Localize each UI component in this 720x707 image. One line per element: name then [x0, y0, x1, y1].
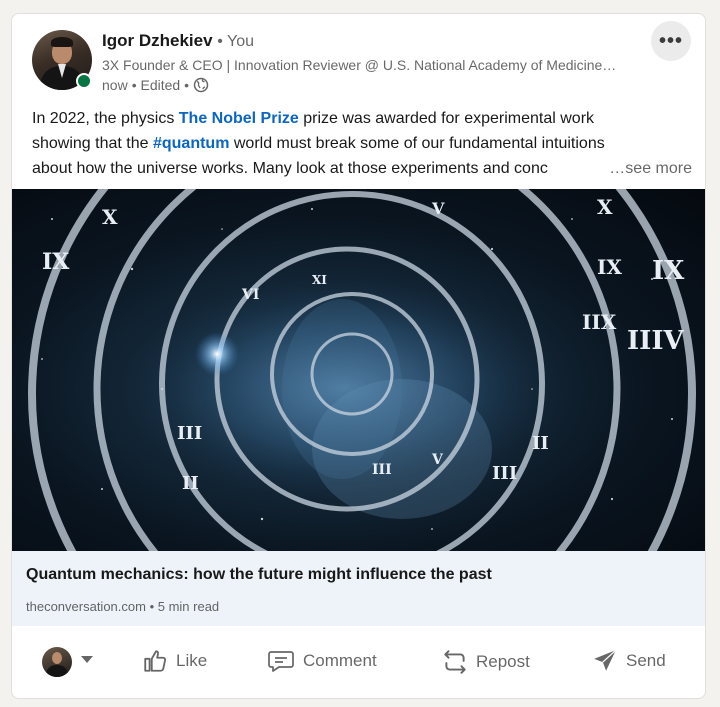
text-segment: In 2022, the physics: [32, 110, 179, 127]
svg-text:IX: IX: [42, 249, 70, 275]
post-meta: now • Edited •: [102, 77, 209, 93]
thumbs-up-icon: [142, 648, 168, 674]
globe-icon: [193, 77, 209, 93]
send-button[interactable]: Send: [592, 648, 666, 674]
repost-button[interactable]: Repost: [442, 648, 530, 676]
svg-text:V: V: [431, 199, 445, 218]
svg-text:VI: VI: [241, 287, 259, 303]
article-image[interactable]: IX X X IX IIX IIIV IX III II V III II II…: [12, 189, 705, 551]
send-icon: [592, 648, 618, 674]
feed-post-card: Igor Dzhekiev • You 3X Founder & CEO | I…: [11, 13, 706, 699]
repost-icon: [442, 648, 468, 676]
text-segment: world must break some of our fundamental…: [229, 135, 605, 152]
svg-text:IX: IX: [597, 255, 622, 279]
author-relation: • You: [217, 33, 255, 50]
svg-text:II: II: [532, 433, 549, 454]
like-label: Like: [176, 651, 208, 670]
article-source: theconversation.com • 5 min read: [26, 599, 219, 614]
more-options-button[interactable]: •••: [651, 21, 691, 61]
post-text-line-3: about how the universe works. Many look …: [32, 156, 692, 181]
post-edited: • Edited •: [131, 77, 189, 93]
text-segment: prize was awarded for experimental work: [298, 110, 595, 127]
chevron-down-icon[interactable]: [81, 656, 93, 663]
svg-text:II: II: [182, 473, 199, 494]
svg-text:X: X: [597, 195, 613, 219]
ellipsis-icon: •••: [658, 29, 683, 52]
post-text-line-2: showing that the #quantum world must bre…: [32, 131, 692, 156]
online-status-indicator: [76, 73, 92, 89]
like-button[interactable]: Like: [142, 648, 207, 674]
post-actions-bar: Like Comment Repost Send: [12, 626, 705, 698]
text-segment: about how the universe works. Many look …: [32, 160, 548, 177]
svg-text:V: V: [431, 452, 444, 468]
send-label: Send: [626, 651, 666, 670]
svg-text:XI: XI: [312, 273, 327, 287]
feed-top-edge: [0, 0, 720, 12]
mention-link[interactable]: The Nobel Prize: [179, 110, 299, 127]
svg-text:IX: IX: [652, 256, 685, 286]
svg-text:IIX: IIX: [582, 310, 617, 334]
svg-text:III: III: [492, 463, 517, 484]
author-name[interactable]: Igor Dzhekiev: [102, 31, 213, 50]
svg-text:III: III: [372, 462, 392, 478]
article-title[interactable]: Quantum mechanics: how the future might …: [26, 566, 492, 584]
author-name-row: Igor Dzhekiev • You: [102, 31, 254, 51]
post-body: In 2022, the physics The Nobel Prize pri…: [32, 106, 692, 181]
post-header: Igor Dzhekiev • You 3X Founder & CEO | I…: [12, 14, 705, 109]
article-read-time: • 5 min read: [149, 599, 220, 614]
author-headline: 3X Founder & CEO | Innovation Reviewer @…: [102, 57, 617, 73]
author-avatar[interactable]: [32, 30, 92, 90]
repost-label: Repost: [476, 652, 530, 671]
comment-label: Comment: [303, 651, 377, 670]
svg-text:III: III: [177, 423, 202, 444]
reaction-identity-avatar[interactable]: [42, 647, 72, 677]
see-more-button[interactable]: …see more: [609, 160, 692, 177]
text-segment: showing that the: [32, 135, 153, 152]
svg-text:IIIV: IIIV: [627, 326, 684, 356]
comment-icon: [267, 648, 295, 674]
article-preview[interactable]: Quantum mechanics: how the future might …: [12, 551, 705, 626]
article-domain: theconversation.com: [26, 599, 146, 614]
svg-text:X: X: [102, 205, 118, 229]
comment-button[interactable]: Comment: [267, 648, 377, 674]
post-text-line-1: In 2022, the physics The Nobel Prize pri…: [32, 106, 692, 131]
hashtag-link[interactable]: #quantum: [153, 135, 229, 152]
post-time: now: [102, 77, 128, 93]
